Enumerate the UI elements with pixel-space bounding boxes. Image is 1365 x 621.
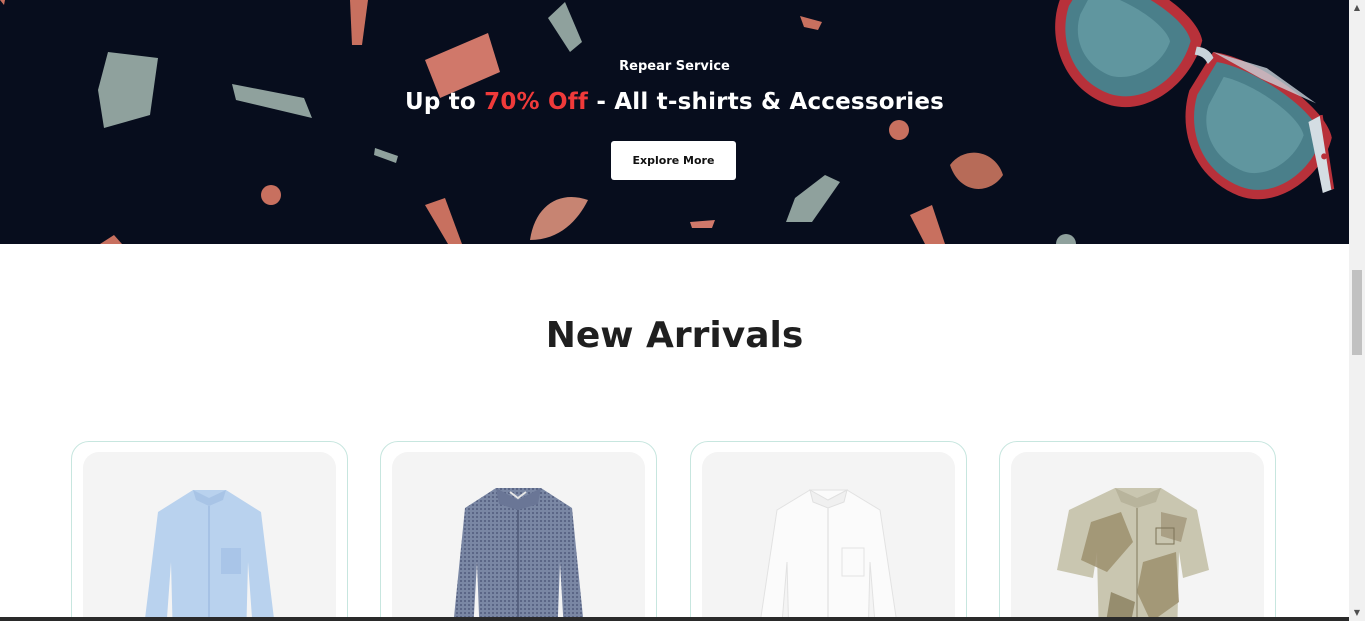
product-image[interactable] [83,452,336,621]
light-blue-shirt-icon [144,490,275,621]
product-card[interactable] [380,441,657,621]
blue-gingham-shirt-icon [453,488,584,621]
page: Repear Service Up to 70% Off - All t-shi… [0,0,1365,621]
banner-title-highlight: 70% Off [484,89,589,115]
vertical-scrollbar[interactable]: ▲ ▼ [1349,0,1365,621]
printed-short-sleeve-shirt-icon [1057,488,1209,621]
white-shirt-icon [759,489,898,621]
scroll-up-arrow-icon[interactable]: ▲ [1349,0,1365,16]
promo-banner: Repear Service Up to 70% Off - All t-shi… [0,0,1349,244]
sunglasses-image [1055,0,1335,200]
bottom-edge [0,617,1349,621]
banner-title-suffix: - All t-shirts & Accessories [588,89,945,115]
product-card[interactable] [71,441,348,621]
product-image[interactable] [1011,452,1264,621]
product-image[interactable] [392,452,645,621]
product-card[interactable] [690,441,967,621]
product-image[interactable] [702,452,955,621]
scroll-thumb[interactable] [1352,270,1362,355]
banner-title-prefix: Up to [404,89,485,115]
explore-more-button[interactable]: Explore More [611,141,736,180]
product-card[interactable] [999,441,1276,621]
scroll-down-arrow-icon[interactable]: ▼ [1349,605,1365,621]
section-title-new-arrivals: New Arrivals [545,315,804,356]
